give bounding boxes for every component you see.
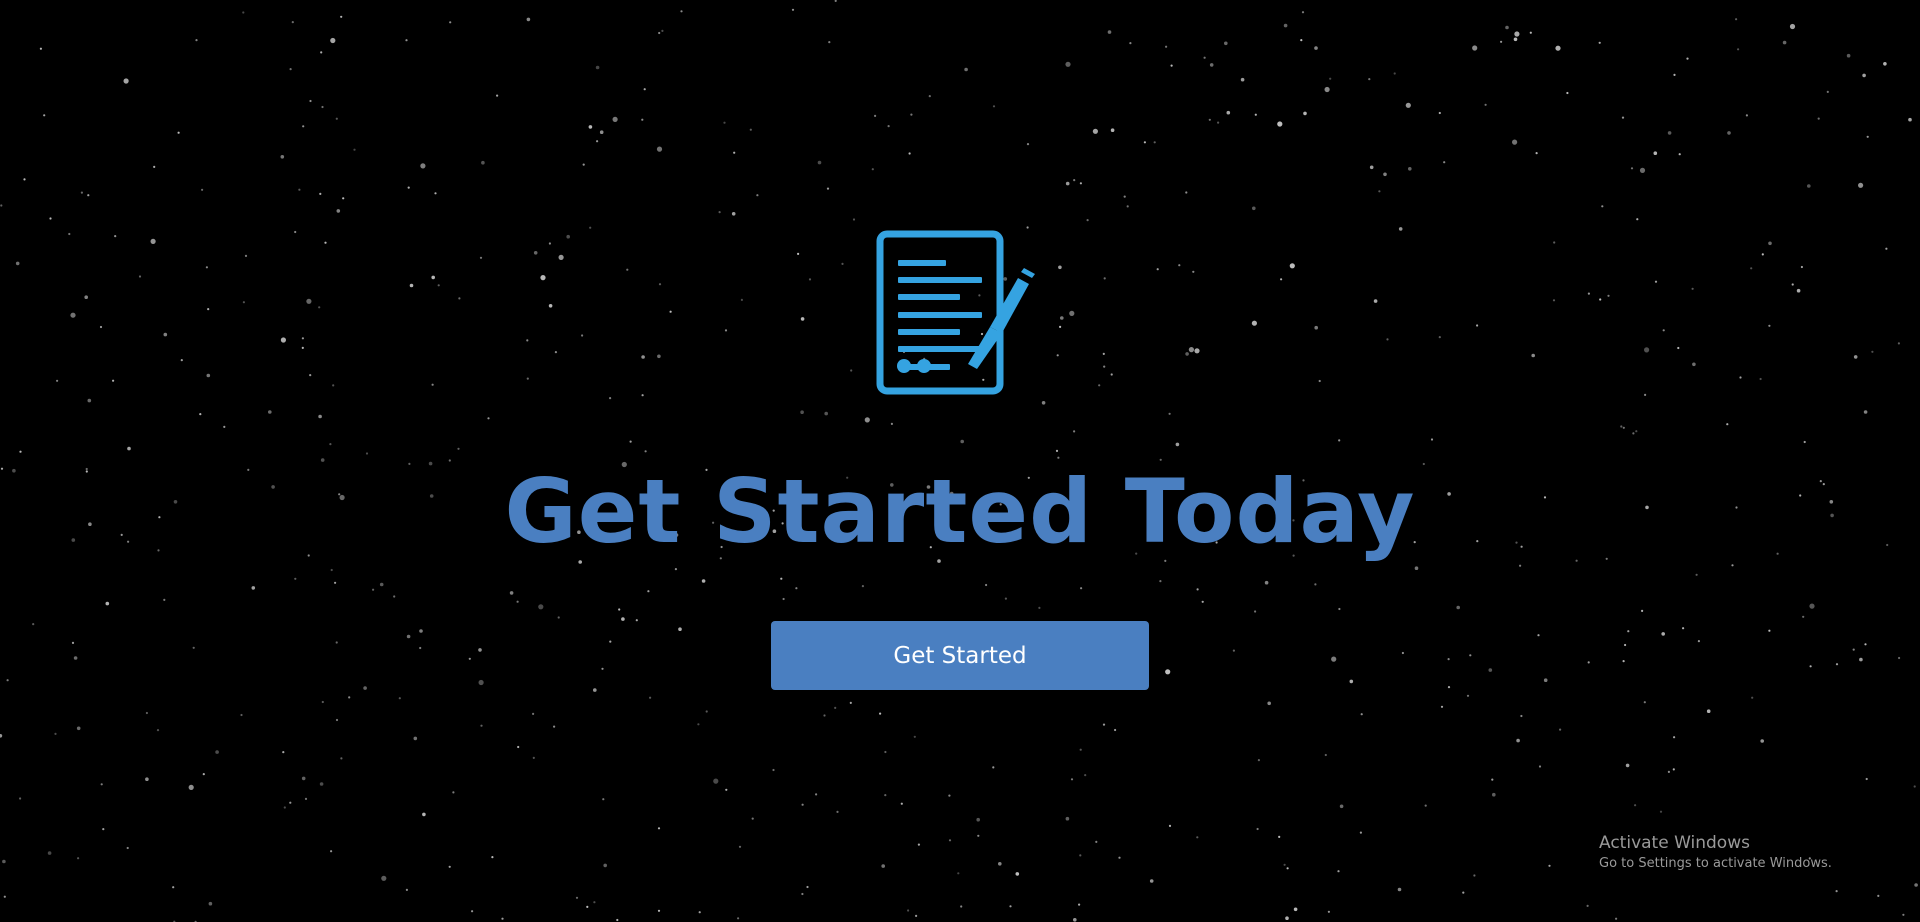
get-started-button[interactable]: Get Started — [771, 621, 1149, 690]
activate-windows-watermark: Activate Windows Go to Settings to activ… — [1599, 832, 1899, 874]
watermark-subtitle: Go to Settings to activate Windows. — [1599, 856, 1832, 871]
document-with-pencil-icon — [876, 230, 1035, 395]
page-title: Get Started Today — [504, 460, 1416, 563]
hero-section: Get Started Today Get Started — [0, 0, 1920, 922]
watermark-title: Activate Windows — [1599, 833, 1750, 853]
